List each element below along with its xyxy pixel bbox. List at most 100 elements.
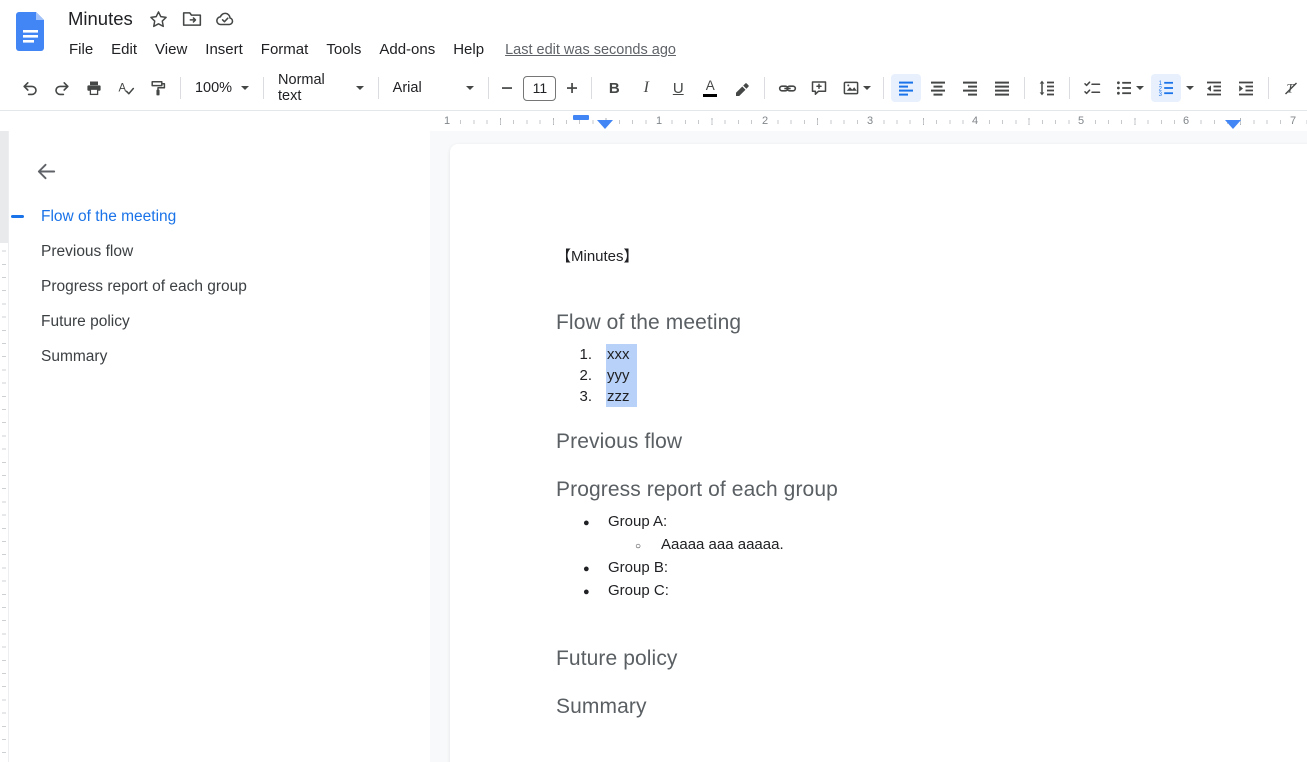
doc-paragraph[interactable]	[556, 267, 1307, 288]
doc-paragraph[interactable]: 【Minutes】	[556, 246, 1307, 267]
add-comment-button[interactable]	[804, 74, 834, 102]
align-left-button[interactable]	[891, 74, 921, 102]
outline-item-label: Flow of the meeting	[41, 208, 176, 226]
checklist-button[interactable]	[1077, 74, 1107, 102]
menu-edit[interactable]: Edit	[102, 38, 146, 61]
document-status-cloud-icon[interactable]	[215, 9, 235, 29]
horizontal-ruler[interactable]: 11234567	[0, 111, 1307, 131]
bullet-marker: ●	[583, 513, 597, 534]
move-to-folder-icon[interactable]	[182, 9, 202, 29]
doc-heading[interactable]: Progress report of each group	[556, 477, 1307, 503]
underline-label: U	[673, 80, 684, 97]
outline-item-3[interactable]: Future policy	[36, 304, 430, 339]
active-item-indicator	[11, 215, 24, 218]
decrease-indent-button[interactable]	[1199, 74, 1229, 102]
clear-formatting-button[interactable]: T	[1276, 74, 1306, 102]
menu-view[interactable]: View	[146, 38, 196, 61]
font-size-increase-button[interactable]	[560, 74, 584, 102]
outline-item-4[interactable]: Summary	[36, 339, 430, 374]
paint-format-button[interactable]	[143, 74, 173, 102]
outline-item-2[interactable]: Progress report of each group	[36, 269, 430, 304]
right-indent-marker[interactable]	[1225, 120, 1241, 129]
toolbar-separator	[1268, 77, 1269, 99]
document-page[interactable]: 【Minutes】 Flow of the meeting 1.xxx2.yyy3.…	[450, 144, 1307, 762]
numbered-list-item[interactable]: 3.zzz	[556, 386, 1307, 407]
left-indent-marker[interactable]	[597, 120, 613, 129]
align-right-button[interactable]	[955, 74, 985, 102]
zoom-value: 100%	[195, 80, 232, 96]
font-select[interactable]: Arial	[385, 74, 482, 102]
first-line-indent-marker[interactable]	[573, 115, 589, 120]
document-canvas: 【Minutes】 Flow of the meeting 1.xxx2.yyy3.…	[430, 131, 1307, 762]
toolbar-separator	[180, 77, 181, 99]
bullet-list-item[interactable]: ● Group A:	[556, 511, 1307, 534]
numbered-list-menu-button[interactable]	[1183, 74, 1197, 102]
list-item-text[interactable]: zzz	[606, 386, 637, 407]
toolbar-separator	[883, 77, 884, 99]
highlight-color-button[interactable]	[727, 74, 757, 102]
list-item-text[interactable]: xxx	[606, 344, 637, 365]
undo-button[interactable]	[15, 74, 45, 102]
italic-button[interactable]: I	[631, 74, 661, 102]
bold-button[interactable]: B	[599, 74, 629, 102]
last-edit-status[interactable]: Last edit was seconds ago	[505, 42, 676, 58]
bullet-list-item[interactable]: ○Aaaaa aaa aaaaa.	[556, 534, 1307, 557]
font-size-decrease-button[interactable]	[495, 74, 519, 102]
ruler-inch-label: 4	[969, 113, 981, 129]
toolbar-separator	[1024, 77, 1025, 99]
underline-button[interactable]: U	[663, 74, 693, 102]
insert-link-button[interactable]	[772, 74, 802, 102]
paragraph-style-select[interactable]: Normal text	[270, 74, 372, 102]
text-color-swatch	[703, 94, 717, 98]
font-size-input[interactable]: 11	[523, 76, 556, 101]
bullet-list-item[interactable]: ●Group B:	[556, 557, 1307, 580]
numbered-list-button[interactable]: 123	[1151, 74, 1181, 102]
numbered-list: 1.xxx2.yyy3.zzz	[556, 344, 1307, 407]
list-item-text[interactable]: Group B:	[608, 557, 668, 578]
align-center-button[interactable]	[923, 74, 953, 102]
bullet-list-item[interactable]: ●Group C:	[556, 580, 1307, 603]
outline-item-label: Previous flow	[41, 243, 133, 261]
menu-help[interactable]: Help	[444, 38, 493, 61]
align-justify-button[interactable]	[987, 74, 1017, 102]
toolbar-separator	[378, 77, 379, 99]
document-title[interactable]: Minutes	[68, 8, 133, 30]
list-item-text[interactable]: Group A:	[608, 511, 667, 532]
bullet-list-button[interactable]	[1109, 74, 1149, 102]
insert-image-button[interactable]	[836, 74, 876, 102]
print-button[interactable]	[79, 74, 109, 102]
zoom-select[interactable]: 100%	[187, 74, 257, 102]
star-icon[interactable]	[149, 9, 169, 29]
line-spacing-button[interactable]	[1032, 74, 1062, 102]
menu-insert[interactable]: Insert	[196, 38, 252, 61]
google-docs-logo-icon[interactable]	[16, 11, 46, 52]
outline-item-label: Progress report of each group	[41, 278, 247, 296]
title-row: Minutes	[68, 8, 248, 30]
doc-paragraph[interactable]	[556, 603, 1307, 624]
menu-add-ons[interactable]: Add-ons	[370, 38, 444, 61]
numbered-list-item[interactable]: 2.yyy	[556, 365, 1307, 386]
menu-format[interactable]: Format	[252, 38, 318, 61]
list-item-text[interactable]: yyy	[606, 365, 637, 386]
outline-item-0[interactable]: Flow of the meeting	[36, 199, 430, 234]
redo-button[interactable]	[47, 74, 77, 102]
close-outline-button[interactable]	[32, 157, 60, 185]
increase-indent-button[interactable]	[1231, 74, 1261, 102]
outline-item-1[interactable]: Previous flow	[36, 234, 430, 269]
doc-heading[interactable]: Summary	[556, 694, 1307, 720]
spell-check-button[interactable]: A	[111, 74, 141, 102]
doc-heading[interactable]: Flow of the meeting	[556, 310, 1307, 336]
list-item-text[interactable]: Group C:	[608, 580, 669, 601]
menu-file[interactable]: File	[60, 38, 102, 61]
menu-tools[interactable]: Tools	[317, 38, 370, 61]
doc-heading[interactable]: Previous flow	[556, 429, 1307, 455]
toolbar: A 100% Normal text Arial 11 B I U A	[0, 66, 1307, 111]
ruler-inch-label: 1	[653, 113, 665, 129]
toolbar-separator	[488, 77, 489, 99]
doc-heading[interactable]: Future policy	[556, 646, 1307, 672]
list-item-text[interactable]: Aaaaa aaa aaaaa.	[661, 534, 784, 555]
chevron-down-icon	[1136, 86, 1144, 90]
text-color-button[interactable]: A	[695, 74, 725, 102]
numbered-list-item[interactable]: 1.xxx	[556, 344, 1307, 365]
chevron-down-icon	[863, 86, 871, 90]
